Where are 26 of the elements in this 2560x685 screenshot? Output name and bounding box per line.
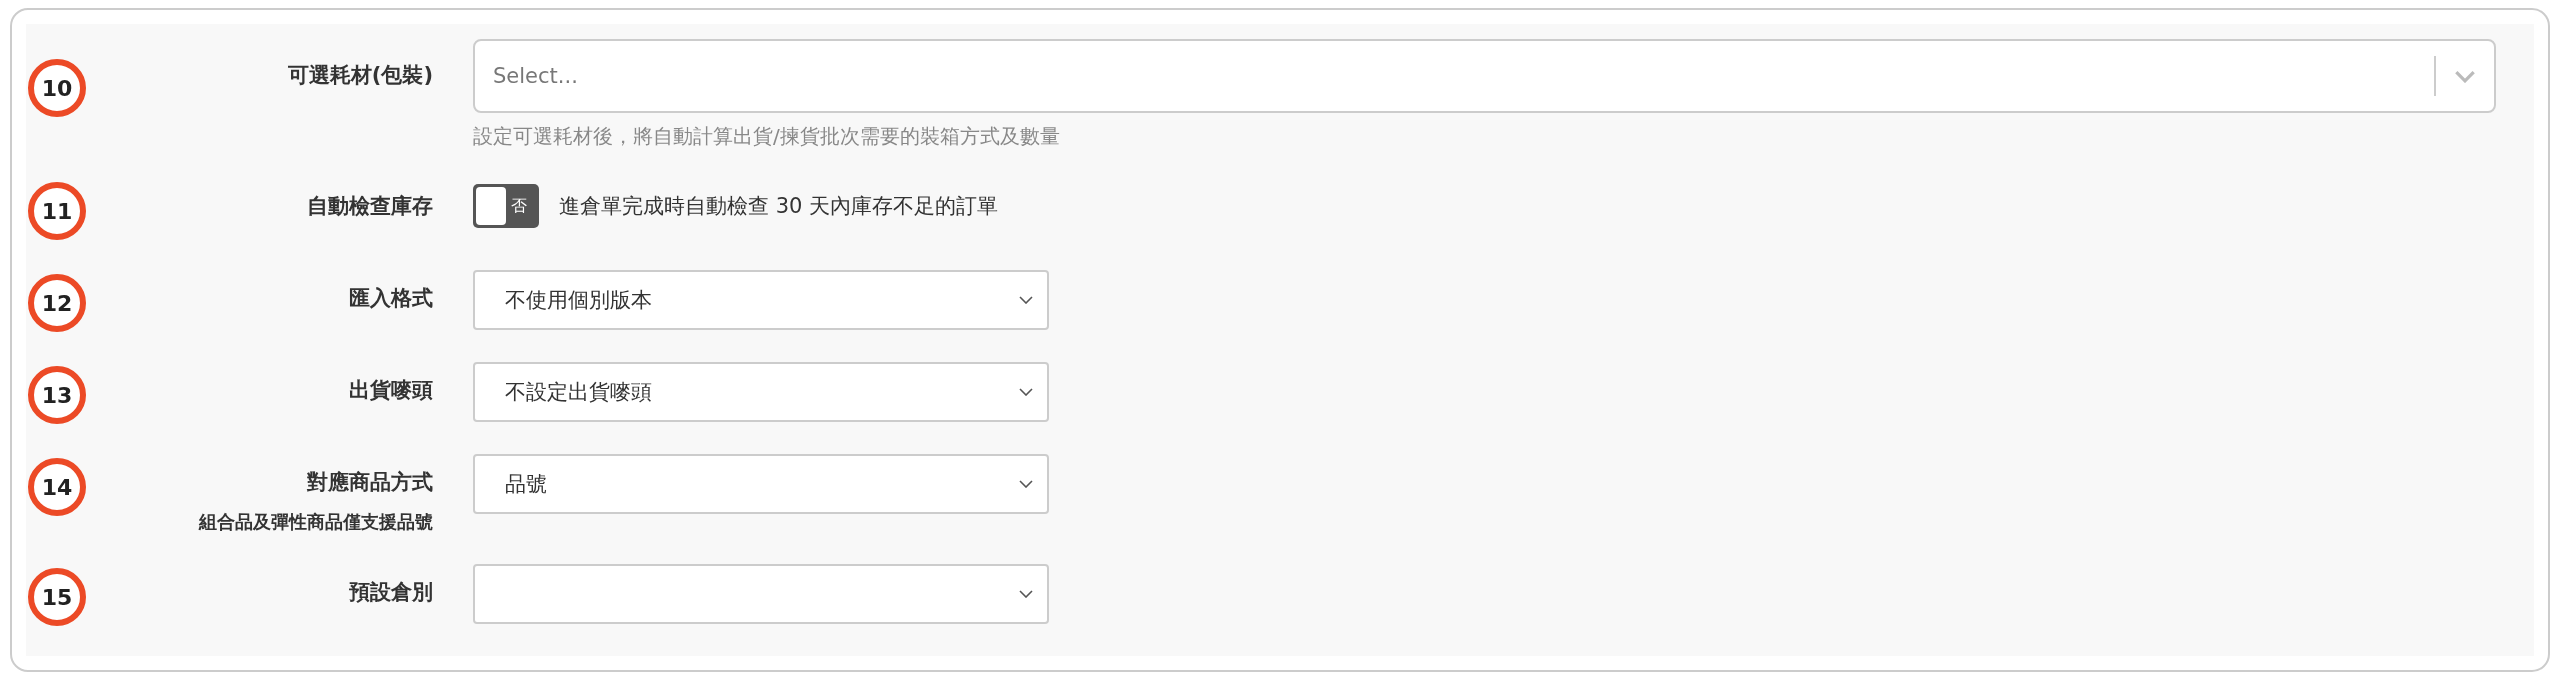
select-field[interactable]: Select... [473,39,2496,113]
step-number-badge: 10 [28,59,86,117]
dropdown-select[interactable]: 品號 [473,454,1049,514]
chevron-down-icon [1019,296,1033,304]
chevron-down-icon [1019,480,1033,488]
toggle-description: 進倉單完成時自動檢查 30 天內庫存不足的訂單 [559,193,999,220]
field-label: 預設倉別 [349,579,433,606]
dropdown-select[interactable] [473,564,1049,624]
field-label: 可選耗材(包裝) [287,62,433,89]
field-label: 自動檢查庫存 [307,193,433,220]
field-label: 匯入格式 [349,285,433,312]
dropdown-select[interactable]: 不設定出貨嘜頭 [473,362,1049,422]
dropdown-select[interactable]: 不使用個別版本 [473,270,1049,330]
chevron-down-icon [1019,388,1033,396]
step-number-badge: 13 [28,366,86,424]
step-number-badge: 14 [28,458,86,516]
step-number-badge: 12 [28,274,86,332]
step-number-badge: 11 [28,182,86,240]
toggle-switch[interactable]: 否 [473,184,539,228]
chevron-down-icon [1019,590,1033,598]
help-text: 設定可選耗材後，將自動計算出貨/揀貨批次需要的裝箱方式及數量 [473,123,1061,150]
field-label: 對應商品方式 [307,469,433,496]
field-label: 出貨嘜頭 [349,377,433,404]
step-number-badge: 15 [28,568,86,626]
field-note: 組合品及彈性商品僅支援品號 [199,510,433,534]
chevron-down-icon [2454,69,2476,83]
